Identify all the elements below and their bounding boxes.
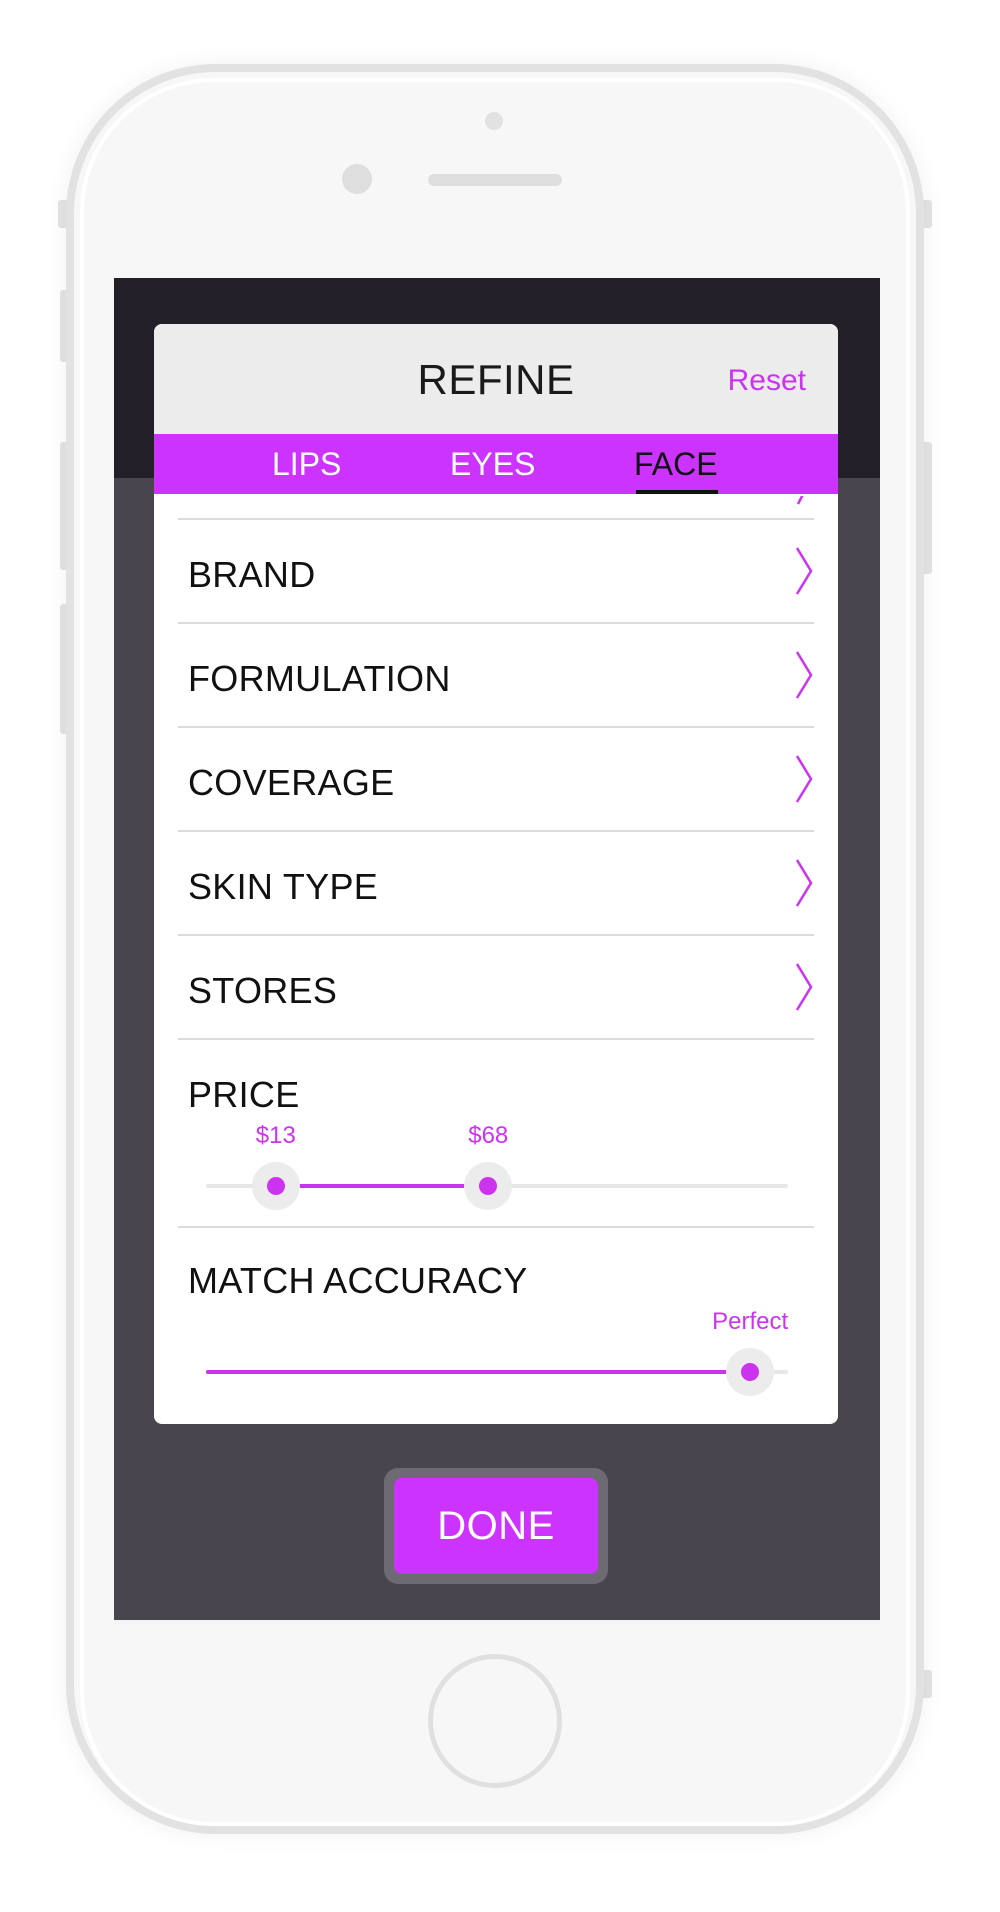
chevron-right-icon bbox=[795, 547, 813, 595]
category-tabs: LIPS EYES FACE bbox=[154, 434, 838, 494]
match-accuracy-handle[interactable] bbox=[726, 1348, 775, 1396]
background-footer-strip bbox=[114, 1620, 880, 1624]
chevron-right-icon bbox=[795, 651, 813, 699]
filter-label: COVERAGE bbox=[188, 762, 395, 803]
page: REFINE Reset LIPS EYES FACE BRAND FORMUL… bbox=[0, 0, 1000, 1912]
price-range-slider[interactable]: $13 $68 bbox=[206, 1122, 788, 1210]
active-tab-indicator bbox=[636, 490, 718, 494]
match-accuracy-slider[interactable]: Perfect bbox=[206, 1308, 788, 1396]
filter-row-stores[interactable]: STORES bbox=[178, 936, 814, 1040]
filter-row-brand[interactable]: BRAND bbox=[178, 520, 814, 624]
price-max-value: $68 bbox=[468, 1122, 509, 1149]
chevron-right-icon bbox=[795, 963, 813, 1011]
match-accuracy-label: MATCH ACCURACY bbox=[188, 1260, 528, 1301]
modal-header: REFINE Reset bbox=[154, 324, 838, 434]
refine-modal: REFINE Reset LIPS EYES FACE BRAND FORMUL… bbox=[154, 324, 838, 1424]
price-max-handle[interactable] bbox=[464, 1162, 513, 1210]
price-min-value: $13 bbox=[255, 1122, 296, 1149]
front-camera bbox=[342, 164, 372, 194]
earpiece-speaker bbox=[428, 174, 562, 186]
done-button[interactable]: DONE bbox=[394, 1478, 598, 1574]
chevron-right-icon bbox=[795, 859, 813, 907]
chevron-right-icon bbox=[795, 755, 813, 803]
filter-label: FORMULATION bbox=[188, 658, 451, 699]
phone-screen: REFINE Reset LIPS EYES FACE BRAND FORMUL… bbox=[114, 278, 880, 1624]
tab-face[interactable]: FACE bbox=[634, 446, 718, 483]
filter-label: SKIN TYPE bbox=[188, 866, 379, 907]
filter-row-skin-type[interactable]: SKIN TYPE bbox=[178, 832, 814, 936]
reset-button[interactable]: Reset bbox=[728, 364, 806, 398]
section-divider bbox=[178, 1226, 814, 1228]
done-button-frame: DONE bbox=[384, 1468, 608, 1584]
price-min-handle[interactable] bbox=[251, 1162, 300, 1210]
filter-label: STORES bbox=[188, 970, 338, 1011]
match-accuracy-value: Perfect bbox=[712, 1308, 789, 1335]
chevron-right-icon bbox=[796, 496, 812, 506]
price-slider-fill bbox=[275, 1184, 489, 1188]
price-label: PRICE bbox=[188, 1074, 300, 1115]
home-button[interactable] bbox=[428, 1654, 562, 1788]
proximity-sensor bbox=[485, 112, 503, 130]
filter-row-formulation[interactable]: FORMULATION bbox=[178, 624, 814, 728]
tab-eyes[interactable]: EYES bbox=[450, 446, 535, 483]
filter-label: BRAND bbox=[188, 554, 316, 595]
filter-row-coverage[interactable]: COVERAGE bbox=[178, 728, 814, 832]
tab-lips[interactable]: LIPS bbox=[272, 446, 341, 483]
accuracy-slider-fill bbox=[206, 1370, 751, 1374]
